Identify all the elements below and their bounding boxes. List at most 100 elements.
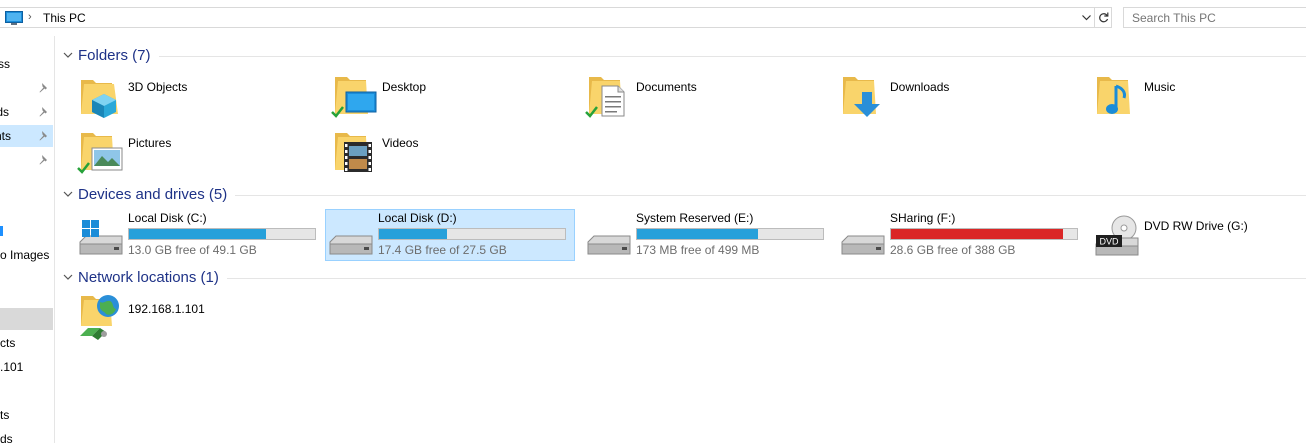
documents-folder-icon [585,77,625,118]
drive-usage-bar [378,228,566,240]
folder-label: 3D Objects [128,80,188,94]
address-row: › This PC [0,0,1306,36]
drive-name: SHaring (F:) [890,211,956,225]
refresh-icon [1099,12,1109,23]
search-box[interactable] [1123,7,1306,28]
folder-music[interactable]: Music [1092,72,1292,124]
group-title: Devices and drives (5) [78,185,228,203]
pictures-folder-icon [77,133,123,174]
drive-usage-fill [379,229,447,239]
nav-item-extra[interactable]: ds [0,428,53,443]
onedrive-icon [0,226,3,236]
group-divider [235,194,1306,196]
nav-item-label: ss [0,57,10,71]
drive-usage-bar [128,228,316,240]
nav-item-label: cts [0,336,16,350]
drive-free-space: 28.6 GB free of 388 GB [890,243,1016,257]
hard-drive-icon [587,235,631,255]
pin-icon [39,131,47,141]
nav-item-label: ts [0,408,10,422]
folder-videos[interactable]: Videos [330,128,570,180]
drive-system-reserved-e[interactable]: System Reserved (E:) 173 MB free of 499 … [583,209,833,261]
drive-free-space: 13.0 GB free of 49.1 GB [128,243,257,257]
folder-downloads[interactable]: Downloads [838,72,1078,124]
nav-item-label: ds [0,105,9,119]
group-title: Folders (7) [78,46,151,64]
drive-name: Local Disk (D:) [378,211,457,225]
network-location-icon [80,295,119,340]
videos-folder-icon [335,133,372,172]
drive-usage-fill [129,229,266,239]
folder-desktop[interactable]: Desktop [330,72,570,124]
folder-label: Desktop [382,80,427,94]
dvd-badge: DVD [1099,237,1119,247]
drive-dvd-rw-g[interactable]: DVD DVD RW Drive (G:) [1091,209,1301,261]
nav-item-network[interactable]: ts [0,404,53,426]
address-bar[interactable]: › This PC [0,7,1112,28]
search-input[interactable] [1124,8,1304,27]
folder-label: Videos [382,136,419,150]
nav-item-this-pc[interactable] [0,308,53,330]
drive-name: Local Disk (C:) [128,211,207,225]
drive-usage-fill [637,229,758,239]
group-divider [158,55,1306,57]
drive-local-disk-c[interactable]: Local Disk (C:) 13.0 GB free of 49.1 GB [75,209,325,261]
music-folder-icon [1097,77,1130,114]
windows-drive-icon [79,220,123,255]
nav-item-label: .101 [0,360,24,374]
refresh-button[interactable] [1094,8,1112,27]
pin-icon [39,83,47,93]
nav-item-label: ds [0,432,13,443]
group-header-network[interactable]: Network locations (1) [62,267,1306,287]
drive-usage-bar [636,228,824,240]
folder-label: Music [1144,80,1176,94]
breadcrumb-this-pc[interactable]: This PC [43,11,86,25]
nav-item-documents[interactable]: nts [0,125,53,147]
group-title: Network locations (1) [78,268,219,286]
group-header-drives[interactable]: Devices and drives (5) [62,184,1306,204]
nav-item-3d-objects[interactable]: cts [0,332,53,354]
hard-drive-icon [329,235,373,255]
nav-item-network-location[interactable]: .101 [0,356,53,378]
hard-drive-icon [841,235,885,255]
folder-documents[interactable]: Documents [584,72,824,124]
group-header-folders[interactable]: Folders (7) [62,45,1306,65]
chevron-down-icon [63,191,73,197]
nav-item-images[interactable]: o Images [0,244,53,266]
drive-name: System Reserved (E:) [636,211,754,225]
drive-sharing-f[interactable]: SHaring (F:) 28.6 GB free of 388 GB [837,209,1087,261]
pin-icon [39,107,47,117]
network-location-label: 192.168.1.101 [128,302,205,316]
folder-label: Documents [636,80,697,94]
nav-item-downloads[interactable]: ds [0,101,53,123]
network-location-192-168-1-101[interactable]: 192.168.1.101 [76,294,316,346]
nav-item-label: nts [0,129,11,143]
address-history-dropdown[interactable] [1079,8,1094,27]
folder-3d-objects[interactable]: 3D Objects [76,72,316,124]
folder-label: Pictures [128,136,172,150]
drive-usage-fill [891,229,1063,239]
folder-label: Downloads [890,80,950,94]
3d-objects-folder-icon [81,80,118,118]
group-divider [226,277,1306,279]
breadcrumb-separator: › [28,11,32,23]
drive-usage-bar [890,228,1078,240]
this-pc-icon [5,11,23,25]
drive-free-space: 17.4 GB free of 27.5 GB [378,243,507,257]
nav-item-quick-access[interactable]: ss [0,53,53,75]
nav-item-pinned-4[interactable] [0,149,53,171]
chevron-down-icon [63,52,73,58]
drive-name: DVD RW Drive (G:) [1144,219,1248,233]
desktop-folder-icon [331,77,377,118]
nav-item-label: o Images [0,248,50,262]
drive-local-disk-d[interactable]: Local Disk (D:) 17.4 GB free of 27.5 GB [325,209,575,261]
dvd-drive-icon: DVD [1095,215,1139,256]
chevron-down-icon [1082,14,1091,20]
navigation-pane[interactable]: ss ds nts o Images cts .101 ts ds [0,36,55,443]
downloads-folder-icon [843,77,880,117]
nav-item-pinned-1[interactable] [0,77,53,99]
pin-icon [39,155,47,165]
folder-pictures[interactable]: Pictures [76,128,316,180]
drive-free-space: 173 MB free of 499 MB [636,243,760,257]
chevron-down-icon [63,274,73,280]
